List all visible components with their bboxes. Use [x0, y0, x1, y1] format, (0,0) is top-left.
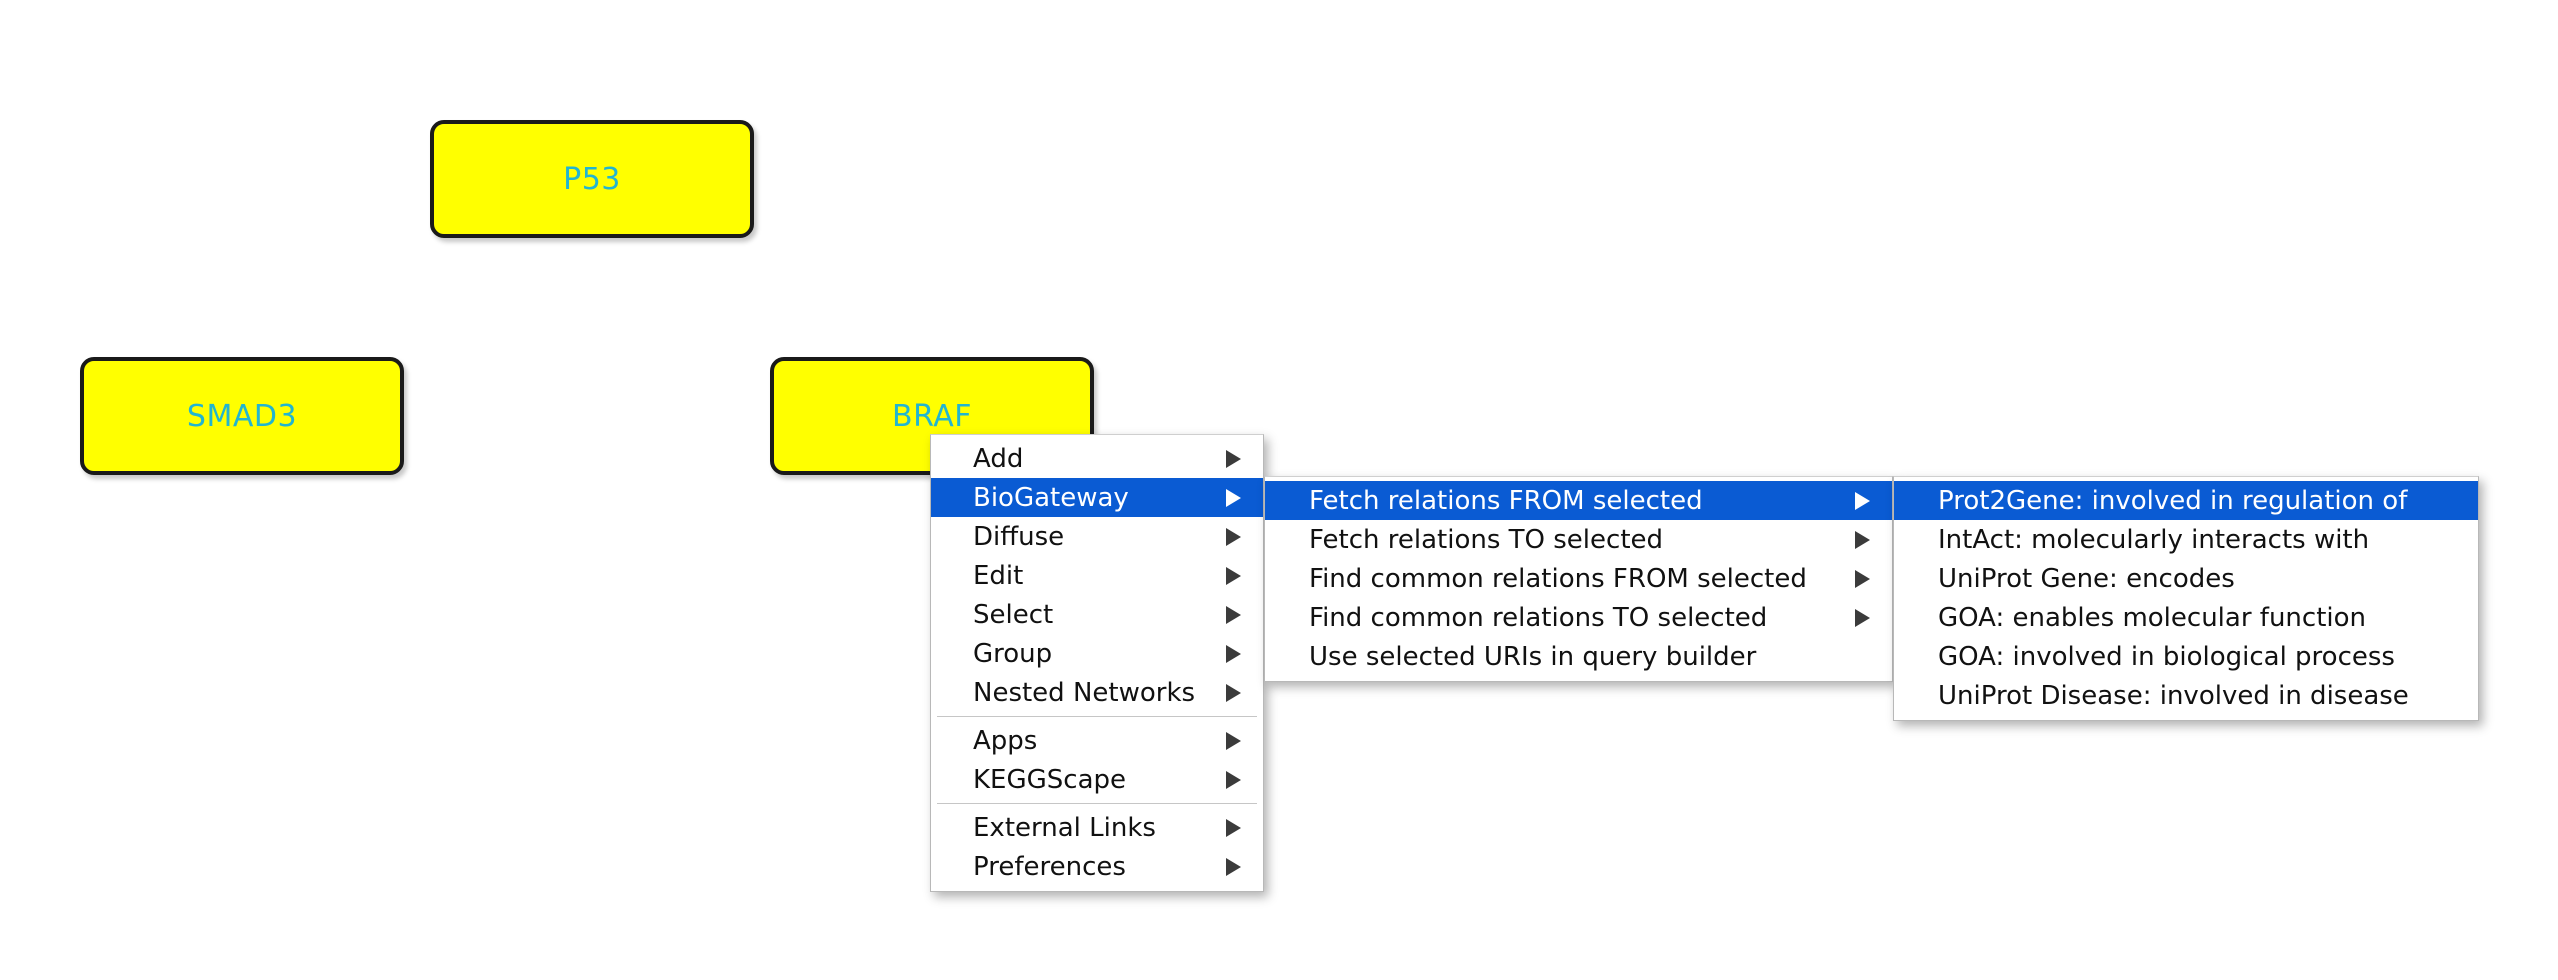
- submenu-arrow-icon: [1226, 644, 1241, 663]
- network-node-label: BRAF: [892, 398, 972, 434]
- menu-item-uniprot-gene-encodes[interactable]: UniProt Gene: encodes: [1894, 559, 2478, 598]
- network-node-label: SMAD3: [186, 398, 298, 434]
- submenu-arrow-icon: [1226, 449, 1241, 468]
- menu-item-external-links[interactable]: External Links: [931, 808, 1263, 847]
- submenu-arrow-icon: [1855, 491, 1870, 510]
- submenu-arrow-icon: [1855, 608, 1870, 627]
- network-node-smad3[interactable]: SMAD3: [80, 357, 404, 475]
- menu-item-label: GOA: enables molecular function: [1938, 602, 2366, 633]
- menu-item-diffuse[interactable]: Diffuse: [931, 517, 1263, 556]
- submenu-arrow-icon: [1226, 605, 1241, 624]
- menu-item-label: Select: [973, 599, 1054, 630]
- network-node-label: P53: [563, 161, 621, 197]
- menu-item-keggscape[interactable]: KEGGScape: [931, 760, 1263, 799]
- menu-item-find-common-relations-to-selected[interactable]: Find common relations TO selected: [1265, 598, 1892, 637]
- menu-item-label: External Links: [973, 812, 1156, 843]
- submenu-arrow-icon: [1226, 857, 1241, 876]
- submenu-arrow-icon: [1226, 818, 1241, 837]
- menu-separator: [937, 716, 1257, 717]
- menu-item-intact-molecularly-interacts-with[interactable]: IntAct: molecularly interacts with: [1894, 520, 2478, 559]
- menu-item-select[interactable]: Select: [931, 595, 1263, 634]
- menu-item-use-selected-uris-in-query-builder[interactable]: Use selected URIs in query builder: [1265, 637, 1892, 676]
- menu-item-label: Diffuse: [973, 521, 1065, 552]
- submenu-arrow-icon: [1226, 566, 1241, 585]
- menu-item-label: BioGateway: [973, 482, 1129, 513]
- menu-item-label: GOA: involved in biological process: [1938, 641, 2395, 672]
- submenu-arrow-icon: [1855, 530, 1870, 549]
- menu-item-preferences[interactable]: Preferences: [931, 847, 1263, 886]
- menu-item-label: IntAct: molecularly interacts with: [1938, 524, 2370, 555]
- menu-item-fetch-relations-to-selected[interactable]: Fetch relations TO selected: [1265, 520, 1892, 559]
- submenu-arrow-icon: [1226, 770, 1241, 789]
- menu-item-label: Prot2Gene: involved in regulation of: [1938, 485, 2408, 516]
- menu-item-biogateway[interactable]: BioGateway: [931, 478, 1263, 517]
- submenu-arrow-icon: [1226, 731, 1241, 750]
- fetch-relations-from-selected-submenu[interactable]: Prot2Gene: involved in regulation of Int…: [1893, 476, 2479, 721]
- menu-item-label: Edit: [973, 560, 1024, 591]
- menu-item-label: Add: [973, 443, 1024, 474]
- submenu-arrow-icon: [1226, 683, 1241, 702]
- menu-item-uniprot-disease-involved-in-disease[interactable]: UniProt Disease: involved in disease: [1894, 676, 2478, 715]
- menu-item-label: KEGGScape: [973, 764, 1127, 795]
- menu-item-label: Use selected URIs in query builder: [1309, 641, 1757, 672]
- menu-item-label: Find common relations FROM selected: [1309, 563, 1807, 594]
- submenu-arrow-icon: [1226, 488, 1241, 507]
- menu-item-goa-involved-in-biological-process[interactable]: GOA: involved in biological process: [1894, 637, 2478, 676]
- menu-item-add[interactable]: Add: [931, 439, 1263, 478]
- menu-item-label: Preferences: [973, 851, 1126, 882]
- menu-item-label: UniProt Disease: involved in disease: [1938, 680, 2409, 711]
- menu-item-find-common-relations-from-selected[interactable]: Find common relations FROM selected: [1265, 559, 1892, 598]
- biogateway-submenu[interactable]: Fetch relations FROM selected Fetch rela…: [1264, 476, 1893, 682]
- menu-item-edit[interactable]: Edit: [931, 556, 1263, 595]
- menu-item-label: Nested Networks: [973, 677, 1196, 708]
- menu-item-label: Group: [973, 638, 1053, 669]
- menu-item-fetch-relations-from-selected[interactable]: Fetch relations FROM selected: [1265, 481, 1892, 520]
- context-menu[interactable]: Add BioGateway Diffuse Edit Select Group…: [930, 434, 1264, 892]
- submenu-arrow-icon: [1855, 569, 1870, 588]
- menu-item-apps[interactable]: Apps: [931, 721, 1263, 760]
- menu-item-label: Find common relations TO selected: [1309, 602, 1768, 633]
- submenu-arrow-icon: [1226, 527, 1241, 546]
- menu-item-label: Fetch relations FROM selected: [1309, 485, 1703, 516]
- menu-item-nested-networks[interactable]: Nested Networks: [931, 673, 1263, 712]
- menu-separator: [937, 803, 1257, 804]
- network-node-p53[interactable]: P53: [430, 120, 754, 238]
- menu-item-label: Apps: [973, 725, 1038, 756]
- menu-item-prot2gene-involved-in-regulation-of[interactable]: Prot2Gene: involved in regulation of: [1894, 481, 2478, 520]
- menu-item-label: UniProt Gene: encodes: [1938, 563, 2235, 594]
- menu-item-label: Fetch relations TO selected: [1309, 524, 1664, 555]
- menu-item-group[interactable]: Group: [931, 634, 1263, 673]
- menu-item-goa-enables-molecular-function[interactable]: GOA: enables molecular function: [1894, 598, 2478, 637]
